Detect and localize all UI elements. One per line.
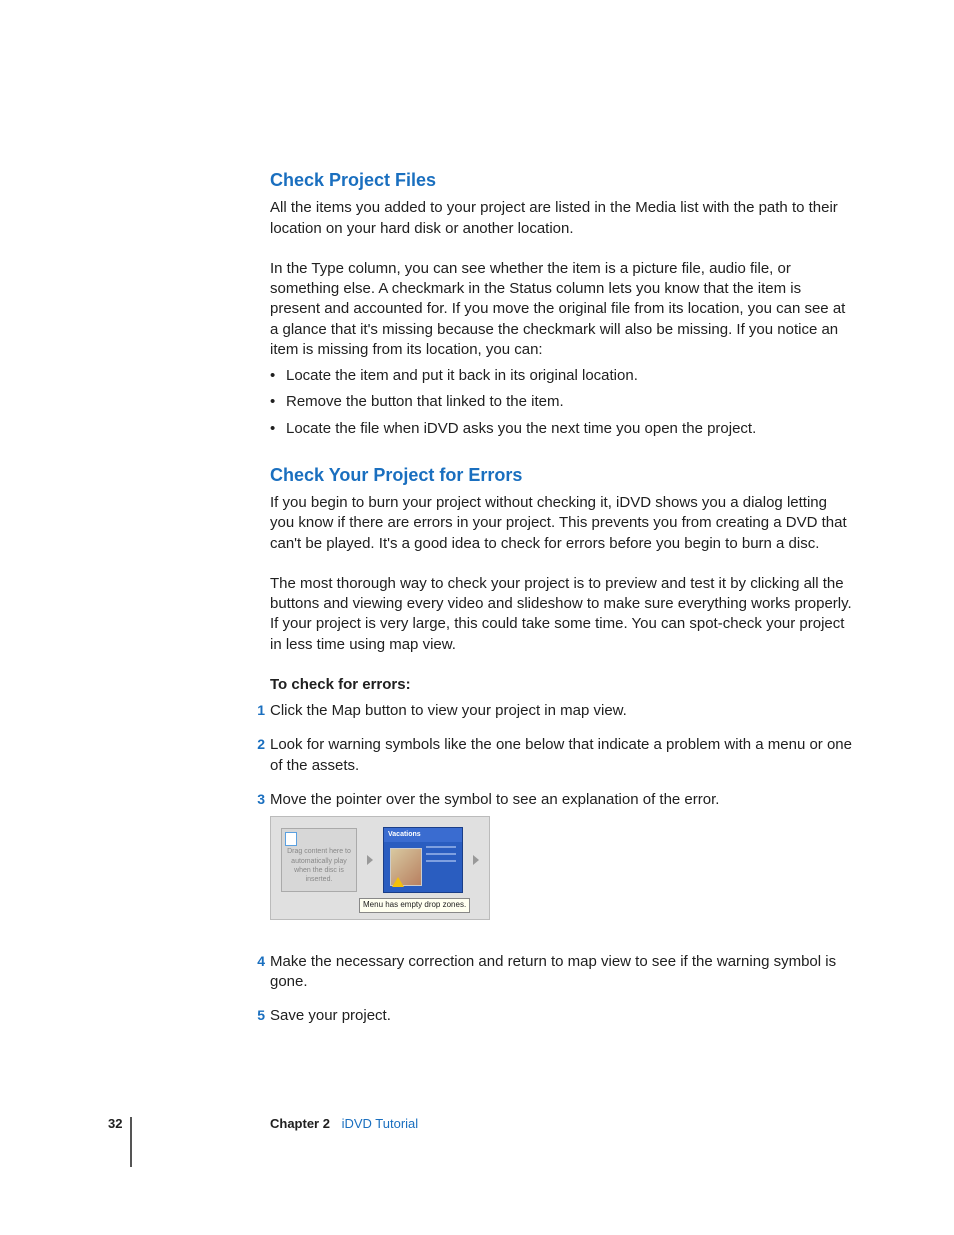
step-number: 5 bbox=[253, 1006, 265, 1025]
step-item: 4Make the necessary correction and retur… bbox=[270, 952, 854, 993]
page-number: 32 bbox=[108, 1115, 122, 1133]
bullet-item: Locate the file when iDVD asks you the n… bbox=[270, 419, 854, 439]
bullet-list: Locate the item and put it back in its o… bbox=[270, 366, 854, 439]
footer-rule bbox=[130, 1117, 132, 1167]
step-item: 1Click the Map button to view your proje… bbox=[270, 701, 854, 721]
paragraph: All the items you added to your project … bbox=[270, 198, 854, 239]
step-item: 3Move the pointer over the symbol to see… bbox=[270, 790, 854, 938]
bullet-item: Remove the button that linked to the ite… bbox=[270, 392, 854, 412]
warning-triangle-icon bbox=[392, 877, 404, 887]
menu-lines bbox=[426, 846, 456, 867]
step-item: 5Save your project. bbox=[270, 1006, 854, 1026]
menu-tile: Vacations bbox=[383, 827, 463, 893]
step-text: Save your project. bbox=[270, 1007, 391, 1024]
page-content: Check Project Files All the items you ad… bbox=[0, 0, 954, 1027]
paragraph: The most thorough way to check your proj… bbox=[270, 574, 854, 655]
step-text: Look for warning symbols like the one be… bbox=[270, 736, 852, 773]
bullet-item: Locate the item and put it back in its o… bbox=[270, 366, 854, 386]
map-view-screenshot: Drag content here to automatically play … bbox=[270, 816, 490, 920]
step-number: 1 bbox=[253, 701, 265, 720]
heading-check-errors: Check Your Project for Errors bbox=[270, 463, 854, 487]
screenshot-inner: Drag content here to automatically play … bbox=[281, 827, 479, 893]
paragraph: If you begin to burn your project withou… bbox=[270, 493, 854, 554]
chapter-label: Chapter 2 bbox=[270, 1116, 330, 1131]
step-text: Make the necessary correction and return… bbox=[270, 953, 836, 990]
step-item: 2Look for warning symbols like the one b… bbox=[270, 735, 854, 776]
subheading: To check for errors: bbox=[270, 675, 854, 695]
chapter-title: iDVD Tutorial bbox=[342, 1116, 419, 1131]
document-icon bbox=[285, 832, 297, 846]
step-number: 2 bbox=[253, 735, 265, 754]
heading-check-project-files: Check Project Files bbox=[270, 168, 854, 192]
chapter-line: Chapter 2 iDVD Tutorial bbox=[270, 1115, 418, 1133]
drop-box-text: Drag content here to automatically play … bbox=[284, 847, 354, 885]
menu-tile-title: Vacations bbox=[384, 828, 462, 841]
numbered-steps: 1Click the Map button to view your proje… bbox=[270, 701, 854, 1027]
step-text: Click the Map button to view your projec… bbox=[270, 702, 627, 719]
warning-tooltip: Menu has empty drop zones. bbox=[359, 898, 470, 913]
step-text: Move the pointer over the symbol to see … bbox=[270, 791, 719, 808]
arrow-icon bbox=[367, 855, 373, 865]
paragraph: In the Type column, you can see whether … bbox=[270, 259, 854, 360]
step-number: 3 bbox=[253, 790, 265, 809]
autoplay-drop-box: Drag content here to automatically play … bbox=[281, 828, 357, 892]
step-number: 4 bbox=[253, 952, 265, 971]
arrow-icon bbox=[473, 855, 479, 865]
